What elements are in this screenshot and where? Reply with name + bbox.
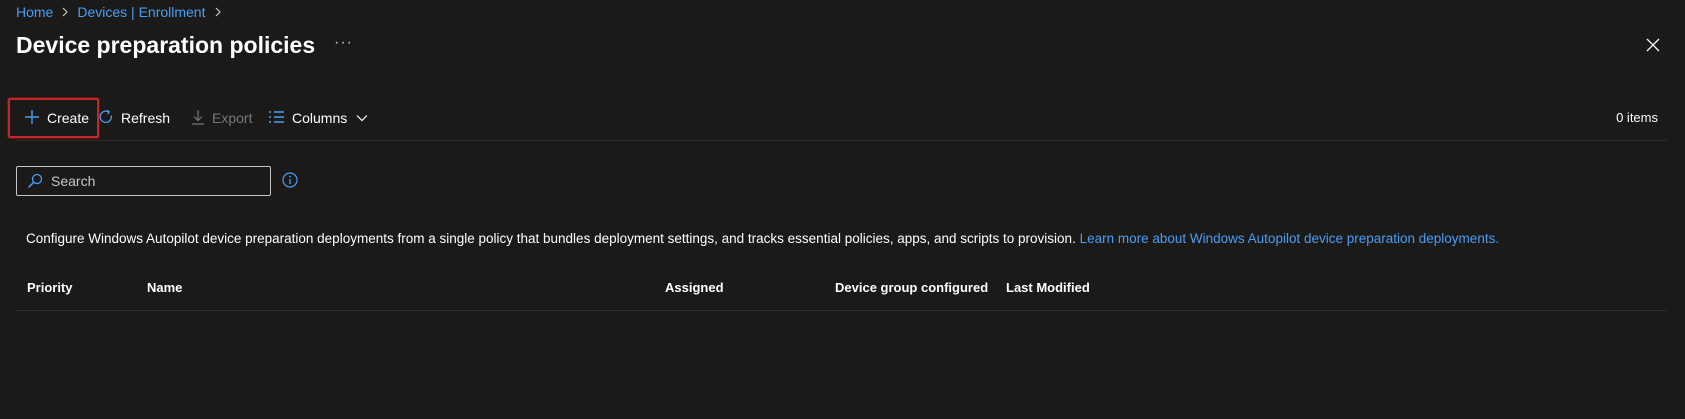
close-icon[interactable]: [1646, 38, 1660, 57]
download-icon: [191, 109, 205, 128]
table-header: Priority Name Assigned Device group conf…: [16, 270, 1667, 311]
create-button[interactable]: Create: [8, 98, 99, 138]
column-header-assigned[interactable]: Assigned: [665, 280, 724, 295]
search-box[interactable]: [16, 166, 271, 196]
search-icon: [27, 173, 43, 189]
items-count: 0 items: [1616, 110, 1658, 125]
export-label: Export: [212, 110, 253, 126]
breadcrumb-devices-enrollment-link[interactable]: Devices | Enrollment: [77, 4, 205, 20]
info-icon[interactable]: [282, 172, 298, 193]
refresh-label: Refresh: [121, 110, 171, 126]
toolbar-divider: [16, 140, 1667, 141]
description-text: Configure Windows Autopilot device prepa…: [26, 231, 1080, 246]
refresh-button[interactable]: Refresh: [98, 98, 170, 138]
breadcrumb-home-link[interactable]: Home: [16, 4, 53, 20]
chevron-right-icon: [61, 7, 69, 17]
breadcrumb: Home Devices | Enrollment: [16, 4, 230, 20]
refresh-icon: [98, 109, 114, 128]
learn-more-link[interactable]: Learn more about Windows Autopilot devic…: [1080, 231, 1500, 246]
columns-button[interactable]: Columns: [268, 98, 368, 138]
plus-icon: [24, 109, 40, 128]
page: Home Devices | Enrollment Device prepara…: [0, 0, 1685, 419]
column-header-name[interactable]: Name: [147, 280, 182, 295]
create-label: Create: [47, 110, 90, 126]
column-header-priority[interactable]: Priority: [27, 280, 73, 295]
page-title: Device preparation policies: [16, 32, 316, 58]
columns-label: Columns: [292, 110, 348, 126]
chevron-right-icon: [214, 7, 222, 17]
search-input[interactable]: [49, 172, 253, 190]
columns-list-icon: [268, 110, 285, 127]
export-button[interactable]: Export: [191, 98, 252, 138]
column-header-last-modified[interactable]: Last Modified: [1006, 280, 1090, 295]
more-icon[interactable]: ···: [334, 34, 353, 52]
chevron-down-icon: [356, 114, 368, 122]
command-bar: Create Refresh Export Columns 0 items: [8, 98, 1667, 138]
column-header-device-group-configured[interactable]: Device group configured: [835, 280, 988, 295]
description: Configure Windows Autopilot device prepa…: [26, 231, 1499, 246]
